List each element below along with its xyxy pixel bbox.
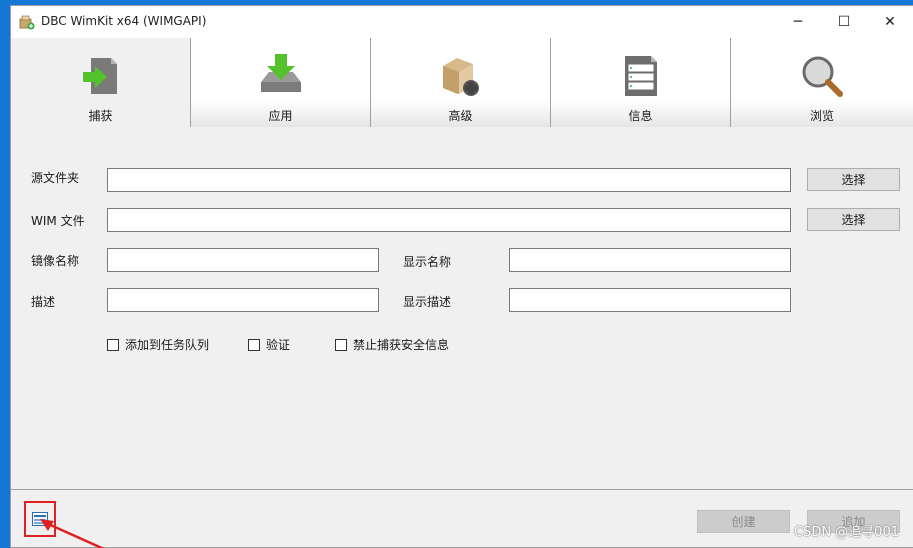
tab-advanced-label: 高级	[448, 109, 473, 123]
display-description-label: 显示描述	[403, 295, 452, 309]
no-security-checkbox[interactable]: 禁止捕获安全信息	[335, 336, 449, 353]
main-toolbar: 捕获 应用 高级 信息 浏览	[11, 38, 913, 127]
display-name-label: 显示名称	[403, 255, 452, 269]
source-folder-input[interactable]	[107, 168, 791, 192]
browse-icon	[802, 56, 843, 97]
create-button[interactable]: 创建	[697, 510, 790, 533]
image-name-label: 镜像名称	[31, 254, 80, 268]
capture-icon	[82, 58, 117, 94]
image-name-input[interactable]	[107, 248, 379, 272]
tab-capture[interactable]: 捕获	[11, 38, 191, 127]
checkbox-box[interactable]	[335, 338, 347, 351]
apply-icon	[260, 54, 301, 92]
wim-file-input[interactable]	[107, 208, 791, 232]
checkbox-box[interactable]	[107, 338, 119, 351]
description-label: 描述	[31, 295, 56, 309]
add-to-queue-label: 添加到任务队列	[125, 338, 210, 352]
wim-file-label: WIM 文件	[31, 214, 85, 228]
select-wim-button[interactable]: 选择	[807, 208, 900, 231]
advanced-icon	[442, 58, 479, 96]
source-folder-label: 源文件夹	[31, 171, 80, 185]
add-to-queue-checkbox[interactable]: 添加到任务队列	[107, 336, 209, 353]
checkbox-box[interactable]	[248, 338, 260, 351]
verify-checkbox[interactable]: 验证	[248, 336, 290, 353]
tab-browse[interactable]: 浏览	[731, 38, 913, 127]
verify-label: 验证	[266, 338, 291, 352]
display-name-input[interactable]	[509, 248, 791, 272]
maximize-button[interactable]: ☐	[821, 6, 867, 38]
no-security-label: 禁止捕获安全信息	[353, 338, 450, 352]
app-icon	[19, 15, 35, 30]
info-icon	[624, 56, 657, 96]
tab-info[interactable]: 信息	[551, 38, 731, 127]
tab-apply[interactable]: 应用	[191, 38, 371, 127]
window-title: DBC WimKit x64 (WIMGAPI)	[41, 14, 207, 28]
app-window: DBC WimKit x64 (WIMGAPI) ─ ☐ ✕ 捕获 应用 高级 …	[10, 5, 913, 548]
display-description-input[interactable]	[509, 288, 791, 312]
tab-browse-label: 浏览	[809, 109, 834, 123]
annotation-arrow-icon	[40, 519, 105, 548]
minimize-button[interactable]: ─	[775, 6, 821, 38]
tab-apply-label: 应用	[268, 109, 293, 123]
watermark: CSDN @追寻001	[793, 525, 899, 540]
title-bar[interactable]: DBC WimKit x64 (WIMGAPI) ─ ☐ ✕	[11, 6, 913, 38]
close-button[interactable]: ✕	[867, 6, 913, 38]
description-input[interactable]	[107, 288, 379, 312]
tab-advanced[interactable]: 高级	[371, 38, 551, 127]
tab-info-label: 信息	[628, 109, 653, 123]
tab-capture-label: 捕获	[88, 109, 113, 123]
footer-divider	[11, 489, 913, 490]
select-source-button[interactable]: 选择	[807, 168, 900, 191]
